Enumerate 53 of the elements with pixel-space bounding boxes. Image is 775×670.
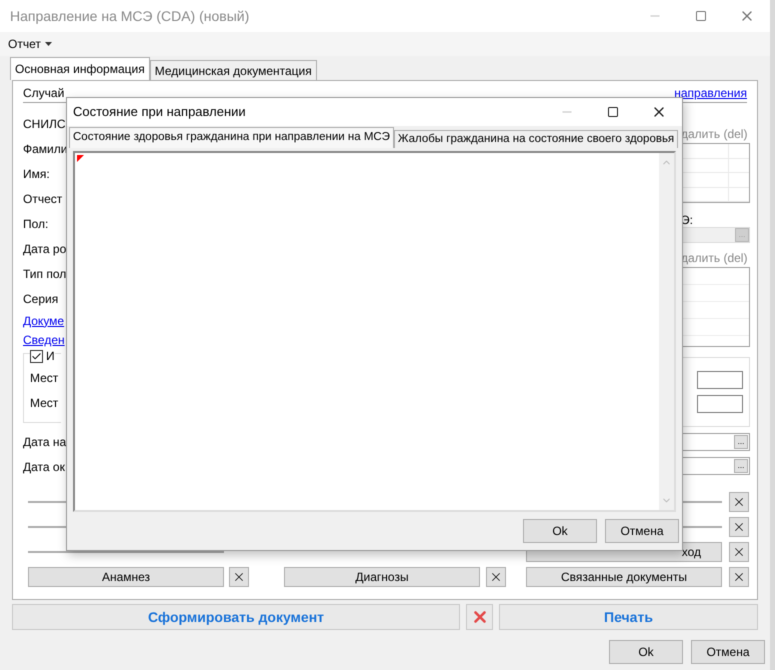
check-icon bbox=[31, 350, 42, 362]
link[interactable]: Сведен bbox=[23, 330, 65, 348]
field-label: Имя: bbox=[23, 166, 50, 182]
remove-button[interactable] bbox=[729, 517, 749, 537]
action-button[interactable]: Анамнез bbox=[28, 567, 224, 587]
tab[interactable]: Основная информация bbox=[10, 57, 150, 80]
action-button[interactable]: Связанные документы bbox=[526, 567, 722, 587]
corner-marker-icon bbox=[77, 155, 84, 162]
tab[interactable]: Медицинская документация bbox=[150, 60, 317, 80]
remove-button[interactable] bbox=[729, 542, 749, 562]
field-label: Дата на bbox=[23, 434, 66, 450]
caret-icon bbox=[44, 42, 52, 46]
field-label: Тип пол bbox=[23, 266, 66, 282]
scrollbar[interactable] bbox=[659, 153, 674, 510]
field-label: Отчест bbox=[23, 190, 62, 208]
window-title: Направление на МСЭ (CDA) (новый) bbox=[10, 6, 250, 26]
remove-button[interactable] bbox=[729, 492, 749, 512]
browse-button[interactable]: ... bbox=[734, 459, 748, 473]
text-field[interactable]: ... bbox=[681, 433, 750, 451]
input-field[interactable] bbox=[697, 395, 743, 413]
field-label: СНИЛС bbox=[23, 116, 66, 132]
text-field[interactable]: ... bbox=[681, 457, 750, 475]
browse-button[interactable]: ... bbox=[734, 435, 748, 449]
field-label: Мест bbox=[30, 370, 58, 386]
remove-button[interactable] bbox=[729, 567, 749, 587]
generate-button[interactable]: Сформировать документ bbox=[12, 604, 460, 630]
link[interactable]: направления bbox=[674, 84, 747, 102]
field-label: Пол: bbox=[23, 216, 48, 232]
dialog-button[interactable]: Отмена bbox=[691, 640, 765, 664]
field-label: Дата ок bbox=[23, 458, 65, 476]
action-button[interactable]: Диагнозы bbox=[284, 567, 480, 587]
input-field[interactable] bbox=[697, 371, 743, 389]
case-label: Случай bbox=[23, 85, 64, 102]
tab[interactable]: Состояние здоровья гражданина при направлении на МСЭ bbox=[69, 127, 394, 148]
field-label: Мест bbox=[30, 394, 58, 412]
remove-button[interactable] bbox=[486, 567, 506, 587]
tab[interactable]: Жалобы гражданина на состояние своего здоровья bbox=[394, 130, 678, 148]
checkbox-label: И bbox=[46, 348, 55, 365]
dialog-button[interactable]: Ok bbox=[609, 640, 683, 664]
remove-button[interactable] bbox=[229, 567, 249, 587]
print-button[interactable]: Печать bbox=[499, 604, 758, 630]
maximize-icon bbox=[607, 106, 619, 118]
field-label: Серия bbox=[23, 290, 58, 308]
field-label: Фамили bbox=[23, 140, 68, 158]
dialog-button[interactable]: Ok bbox=[523, 519, 597, 543]
delete-button[interactable] bbox=[466, 604, 493, 630]
menu-item[interactable]: Отчет bbox=[8, 35, 52, 53]
link[interactable]: Докуме bbox=[23, 312, 64, 330]
checkbox[interactable] bbox=[30, 350, 43, 362]
field-label: Дата ро bbox=[23, 240, 66, 258]
dialog-button[interactable]: Отмена bbox=[605, 519, 679, 543]
dialog-title: Состояние при направлении bbox=[73, 103, 246, 122]
maximize-icon bbox=[695, 10, 707, 22]
